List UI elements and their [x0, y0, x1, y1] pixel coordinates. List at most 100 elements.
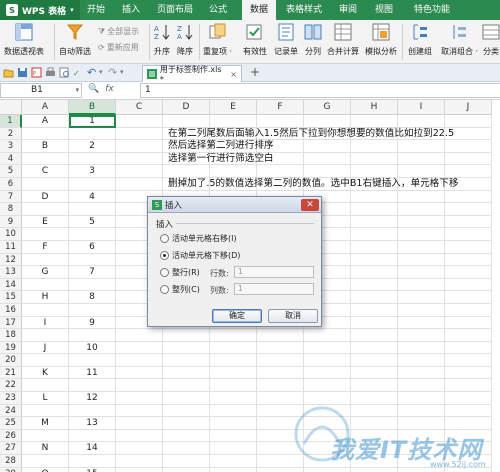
cell-j20[interactable] [445, 354, 492, 367]
cell-h13[interactable] [351, 266, 398, 279]
cell-d26[interactable] [163, 429, 210, 443]
cell-a2[interactable] [22, 127, 69, 141]
row-header[interactable]: 7 [0, 190, 22, 204]
fx-icon[interactable]: fx [105, 84, 114, 94]
zoom-icon[interactable]: 🔍 [88, 84, 99, 94]
duplicates-button[interactable]: 重复项 · [203, 22, 232, 57]
cell-b11[interactable]: 6 [69, 240, 116, 254]
spell-check-icon[interactable]: ✓ [73, 67, 84, 78]
subtotal-button[interactable]: 分类 [481, 22, 500, 57]
cell-c6[interactable] [116, 177, 163, 191]
cell-e23[interactable] [210, 392, 257, 405]
cell-e21[interactable] [210, 366, 257, 380]
cell-d27[interactable] [163, 442, 210, 456]
row-header[interactable]: 6 [0, 177, 22, 191]
cell-i14[interactable] [398, 278, 445, 292]
tab-page-layout[interactable]: 页面布局 [154, 0, 196, 20]
cell-a11[interactable]: F [22, 240, 69, 254]
consolidate-button[interactable]: 合并计算 [327, 22, 359, 57]
row-header[interactable]: 11 [0, 240, 22, 254]
cell-b16[interactable] [69, 303, 116, 317]
cell-h14[interactable] [351, 278, 398, 292]
cell-b24[interactable] [69, 404, 116, 418]
cell-h21[interactable] [351, 366, 398, 380]
row-header[interactable]: 1 [0, 115, 22, 128]
cell-g4[interactable] [304, 152, 351, 166]
cell-c28[interactable] [116, 455, 163, 468]
cell-d25[interactable] [163, 417, 210, 430]
print-icon[interactable] [45, 67, 56, 78]
new-tab-icon[interactable]: + [250, 65, 260, 79]
cell-b12[interactable] [69, 253, 116, 267]
column-header-g[interactable]: G [304, 100, 351, 115]
cell-g1[interactable] [304, 115, 351, 128]
cell-f20[interactable] [257, 354, 304, 367]
cell-a23[interactable]: L [22, 392, 69, 405]
cell-i8[interactable] [398, 203, 445, 216]
folder-open-icon[interactable] [3, 67, 14, 78]
select-all-corner[interactable] [0, 100, 22, 115]
cell-i4[interactable] [398, 152, 445, 166]
cell-b14[interactable] [69, 278, 116, 292]
cell-a16[interactable] [22, 303, 69, 317]
cell-c5[interactable] [116, 165, 163, 178]
cell-g22[interactable] [304, 379, 351, 393]
cell-f22[interactable] [257, 379, 304, 393]
row-header[interactable]: 10 [0, 228, 22, 241]
cell-d21[interactable] [163, 366, 210, 380]
cell-e20[interactable] [210, 354, 257, 367]
cell-g20[interactable] [304, 354, 351, 367]
cell-d5[interactable] [163, 165, 210, 178]
tab-data[interactable]: 数据 [242, 0, 276, 20]
cell-c1[interactable] [116, 115, 163, 128]
cell-c23[interactable] [116, 392, 163, 405]
cell-i21[interactable] [398, 366, 445, 380]
radio-shift-down[interactable] [160, 251, 169, 260]
cell-i12[interactable] [398, 253, 445, 267]
cell-b25[interactable]: 13 [69, 417, 116, 430]
cell-i10[interactable] [398, 228, 445, 241]
cell-a3[interactable]: B [22, 140, 69, 153]
close-icon[interactable]: ✕ [301, 199, 319, 211]
cell-h22[interactable] [351, 379, 398, 393]
cell-b17[interactable]: 9 [69, 316, 116, 330]
cell-g3[interactable] [304, 140, 351, 153]
cell-a27[interactable]: N [22, 442, 69, 456]
cell-e22[interactable] [210, 379, 257, 393]
cell-a13[interactable]: G [22, 266, 69, 279]
option-shift-down[interactable]: 活动单元格下移(D) [160, 250, 240, 261]
ungroup-button[interactable]: 取消组合 · [441, 22, 478, 57]
cell-f1[interactable] [257, 115, 304, 128]
cell-j21[interactable] [445, 366, 492, 380]
cell-a26[interactable] [22, 429, 69, 443]
reapply-button[interactable]: ⟳ 重新应用 [98, 42, 139, 53]
cell-b3[interactable]: 2 [69, 140, 116, 153]
cell-i3[interactable] [398, 140, 445, 153]
cell-h11[interactable] [351, 240, 398, 254]
cell-a17[interactable]: I [22, 316, 69, 330]
cell-a28[interactable] [22, 455, 69, 468]
row-header[interactable]: 14 [0, 278, 22, 292]
cell-j16[interactable] [445, 303, 492, 317]
cell-h1[interactable] [351, 115, 398, 128]
tab-home[interactable]: 开始 [84, 0, 108, 20]
row-header[interactable]: 29 [0, 467, 22, 472]
tab-view[interactable]: 视图 [372, 0, 396, 20]
row-header[interactable]: 17 [0, 316, 22, 330]
cell-b7[interactable]: 4 [69, 190, 116, 204]
cell-d28[interactable] [163, 455, 210, 468]
cell-b8[interactable] [69, 203, 116, 216]
row-count-input[interactable]: 1 [234, 266, 314, 278]
validity-button[interactable]: 有效性 [243, 22, 267, 57]
cell-d1[interactable] [163, 115, 210, 128]
cell-h15[interactable] [351, 291, 398, 304]
cell-g19[interactable] [304, 341, 351, 355]
cell-c20[interactable] [116, 354, 163, 367]
close-tab-icon[interactable]: × [230, 70, 237, 79]
cell-a10[interactable] [22, 228, 69, 241]
cell-f19[interactable] [257, 341, 304, 355]
cell-b15[interactable]: 8 [69, 291, 116, 304]
export-pdf-icon[interactable]: P [31, 67, 42, 78]
cell-d18[interactable] [163, 329, 210, 342]
cell-h10[interactable] [351, 228, 398, 241]
